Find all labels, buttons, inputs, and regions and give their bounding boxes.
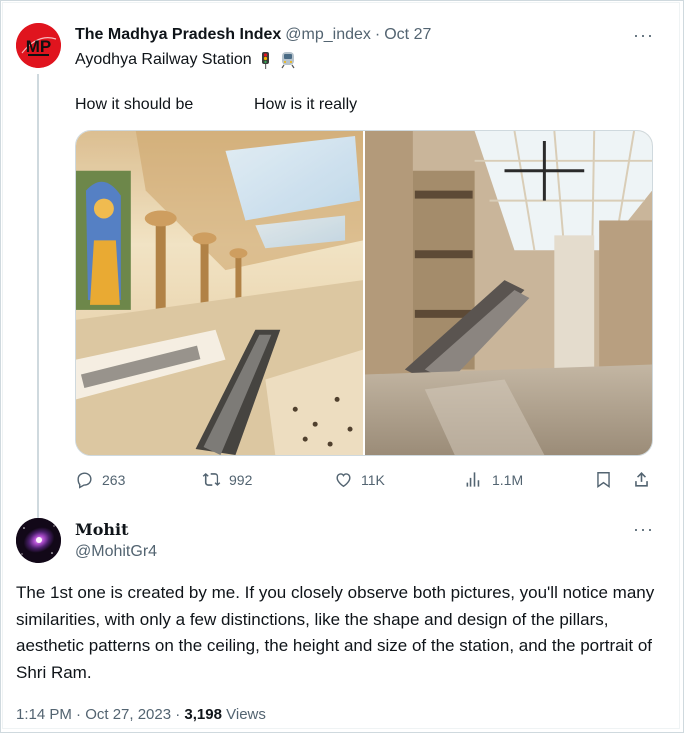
author-name[interactable]: The Madhya Pradesh Index <box>75 26 281 44</box>
like-action[interactable]: 11K <box>334 470 385 489</box>
caption-right: How is it really <box>254 96 358 113</box>
reply-more-options-button[interactable]: ··· <box>633 520 654 538</box>
reply-count: 263 <box>102 471 126 488</box>
thread-line <box>37 74 39 518</box>
reply-action[interactable]: 263 <box>75 470 125 489</box>
caption-left: How it should be <box>75 96 194 113</box>
reply-meta: 1:14 PM · Oct 27, 2023 · 3,198 Views <box>16 706 266 723</box>
reply-author-handle[interactable]: @MohitGr4 <box>75 543 157 561</box>
bookmark-action[interactable] <box>594 470 613 489</box>
views-chart-icon <box>466 472 480 487</box>
reply-views-count: 3,198 <box>184 706 222 723</box>
repost-action[interactable]: 992 <box>202 470 252 489</box>
views-count: 1.1M <box>492 471 524 488</box>
galaxy-avatar-icon <box>16 518 61 563</box>
author-avatar[interactable]: MP <box>16 23 61 68</box>
real-station-photo <box>365 131 652 455</box>
reply-timestamp[interactable]: 1:14 PM · Oct 27, 2023 · <box>16 706 184 723</box>
reply-author-avatar[interactable] <box>16 518 61 563</box>
train-icon <box>281 52 295 69</box>
repost-icon <box>202 473 221 486</box>
reply-text: The 1st one is created by me. If you clo… <box>16 583 655 682</box>
more-options-button[interactable]: ··· <box>633 26 654 44</box>
share-icon <box>635 472 648 487</box>
media-image-ai-station[interactable] <box>76 131 363 455</box>
media-image-real-station[interactable] <box>365 131 652 455</box>
mp-logo-icon: MP <box>16 23 61 68</box>
reply-views-label: Views <box>221 706 266 723</box>
tweet-header: The Madhya Pradesh Index @mp_index · Oct… <box>75 26 431 44</box>
separator-dot: · <box>374 26 381 43</box>
heart-icon <box>336 473 351 488</box>
tweet-text-content: Ayodhya Railway Station <box>75 51 252 68</box>
ai-station-illustration <box>76 131 363 455</box>
repost-count: 992 <box>229 471 253 488</box>
tweet-date[interactable]: Oct 27 <box>384 26 431 44</box>
share-action[interactable] <box>632 470 651 489</box>
tweet-media[interactable] <box>75 130 653 456</box>
views-action[interactable]: 1.1M <box>465 470 523 489</box>
tweet-text: Ayodhya Railway Station <box>75 51 296 69</box>
reply-author-name[interactable]: Mohit <box>75 520 128 539</box>
traffic-light-icon <box>261 52 269 69</box>
avatar-text: MP <box>26 37 52 56</box>
author-handle[interactable]: @mp_index <box>285 26 371 44</box>
tweet-actions: 263 992 11K 1.1M <box>75 470 653 494</box>
reply-icon <box>77 472 92 489</box>
like-count: 11K <box>361 471 385 488</box>
bookmark-icon <box>597 472 610 489</box>
